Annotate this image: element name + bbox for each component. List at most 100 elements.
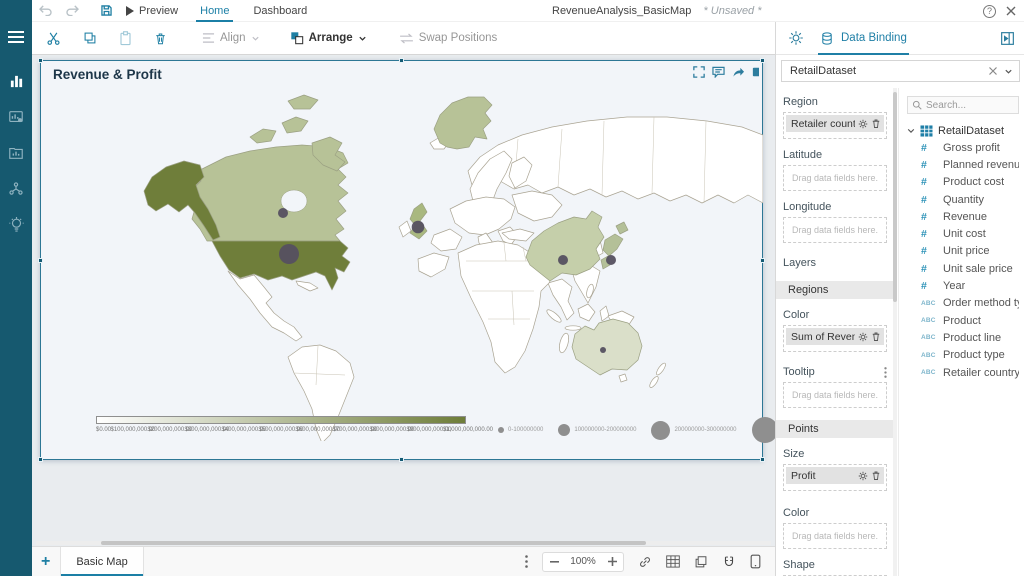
country-greenland[interactable] <box>433 96 493 150</box>
dataset-field[interactable]: ABC Product line <box>907 329 1019 346</box>
dataset-field[interactable]: # Planned revenue <box>907 156 1019 173</box>
documents-icon[interactable] <box>0 138 32 168</box>
size-dropzone[interactable]: Profit <box>783 464 887 491</box>
device-preview-icon[interactable] <box>750 554 761 569</box>
point-uk[interactable] <box>411 220 425 234</box>
country-iberia[interactable] <box>417 252 450 278</box>
country-new-zealand-south[interactable] <box>648 375 660 389</box>
tab-dashboard[interactable]: Dashboard <box>241 0 319 22</box>
resize-handle-se[interactable] <box>760 457 765 462</box>
dataset-field[interactable]: ABC Product type <box>907 347 1019 364</box>
point-china[interactable] <box>558 255 568 265</box>
resize-handle-ne[interactable] <box>760 58 765 63</box>
field-settings-icon[interactable] <box>858 332 868 342</box>
dataset-field[interactable]: # Quantity <box>907 191 1019 208</box>
zoom-out-button[interactable] <box>543 560 565 563</box>
align-menu[interactable]: Align <box>202 32 260 44</box>
collapse-panel-icon[interactable] <box>1000 31 1015 46</box>
preview-button[interactable]: Preview <box>126 5 178 17</box>
magnet-snap-icon[interactable] <box>722 555 736 569</box>
country-sulawesi[interactable] <box>599 305 610 322</box>
canvas-horizontal-scrollbar[interactable] <box>36 541 771 545</box>
tooltip-dropzone[interactable]: Drag data fields here. <box>783 382 887 408</box>
swap-positions-button[interactable]: Swap Positions <box>399 32 497 44</box>
map-widget[interactable]: Revenue & Profit $0.00 $100,000,000.00 $… <box>38 58 844 462</box>
search-input[interactable] <box>926 99 1012 111</box>
insights-icon[interactable] <box>0 210 32 240</box>
size-field-chip[interactable]: Profit <box>786 467 884 484</box>
point-canada[interactable] <box>278 208 288 218</box>
clear-dataset-icon[interactable] <box>989 67 997 75</box>
region-dropzone[interactable]: Retailer country <box>783 112 887 139</box>
close-icon[interactable] <box>1006 6 1016 16</box>
save-icon[interactable] <box>100 4 113 17</box>
dataset-field[interactable]: # Unit sale price <box>907 260 1019 277</box>
dataset-selector[interactable]: RetailDataset <box>781 60 1020 82</box>
latitude-dropzone[interactable]: Drag data fields here. <box>783 165 887 191</box>
field-settings-icon[interactable] <box>858 471 868 481</box>
dataset-field[interactable]: ABC Retailer country <box>907 364 1019 381</box>
country-cuba[interactable] <box>295 280 319 292</box>
add-sheet-button[interactable]: + <box>32 553 60 571</box>
resize-handle-n[interactable] <box>399 58 404 63</box>
binding-scrollbar[interactable] <box>893 88 897 576</box>
country-france[interactable] <box>430 228 463 252</box>
country-new-zealand-north[interactable] <box>655 362 667 376</box>
country-arctic-island-1[interactable] <box>249 128 277 144</box>
dataset-dropdown-icon[interactable] <box>1004 67 1013 76</box>
cut-icon[interactable] <box>46 31 61 46</box>
dataset-field[interactable]: # Revenue <box>907 208 1019 225</box>
layers-icon[interactable] <box>694 555 708 569</box>
help-icon[interactable]: ? <box>983 4 996 18</box>
dashboards-icon[interactable] <box>0 66 32 96</box>
grid-icon[interactable] <box>666 555 680 568</box>
resize-handle-e[interactable] <box>760 258 765 263</box>
zoom-in-button[interactable] <box>601 557 623 566</box>
remove-field-icon[interactable] <box>871 331 881 342</box>
arrange-menu[interactable]: Arrange <box>290 31 367 45</box>
country-japan-honshu[interactable] <box>602 233 624 257</box>
design-canvas[interactable]: Revenue & Profit $0.00 $100,000,000.00 $… <box>32 55 844 546</box>
point-australia[interactable] <box>600 347 606 353</box>
maximize-icon[interactable] <box>693 66 705 78</box>
country-madagascar[interactable] <box>558 332 571 354</box>
reports-icon[interactable] <box>0 102 32 132</box>
dataset-field[interactable]: # Year <box>907 277 1019 294</box>
dataset-field[interactable]: ABC Product <box>907 312 1019 329</box>
country-japan-hokkaido[interactable] <box>615 221 629 235</box>
country-australia[interactable] <box>571 318 643 376</box>
country-sumatra[interactable] <box>545 308 563 324</box>
resize-handle-w[interactable] <box>38 258 43 263</box>
categories-icon[interactable] <box>0 174 32 204</box>
country-arctic-island-3[interactable] <box>287 94 319 110</box>
country-borneo[interactable] <box>577 303 596 322</box>
regions-color-dropzone[interactable]: Sum of Revenue <box>783 325 887 352</box>
paste-icon[interactable] <box>119 30 132 46</box>
dataset-field[interactable]: # Product cost <box>907 174 1019 191</box>
points-color-dropzone[interactable]: Drag data fields here. <box>783 523 887 549</box>
country-ireland[interactable] <box>398 220 412 238</box>
color-field-chip[interactable]: Sum of Revenue <box>786 328 884 345</box>
tab-home[interactable]: Home <box>188 0 241 22</box>
dataset-field[interactable]: # Unit price <box>907 243 1019 260</box>
more-options-icon[interactable] <box>752 66 759 78</box>
dataset-field[interactable]: ABC Order method ty... <box>907 295 1019 312</box>
redo-icon[interactable] <box>66 5 79 16</box>
jump-to-icon[interactable] <box>732 66 745 78</box>
dataset-field[interactable]: # Unit cost <box>907 225 1019 242</box>
resize-handle-nw[interactable] <box>38 58 43 63</box>
country-mexico[interactable] <box>227 270 303 342</box>
resize-handle-s[interactable] <box>399 457 404 462</box>
chevron-down-icon[interactable] <box>907 127 915 135</box>
point-usa[interactable] <box>279 244 299 264</box>
settings-gear-icon[interactable] <box>788 30 804 46</box>
tab-data-binding[interactable]: Data Binding <box>818 22 909 55</box>
country-russia[interactable] <box>467 116 763 204</box>
resize-handle-sw[interactable] <box>38 457 43 462</box>
link-icon[interactable] <box>638 555 652 569</box>
tooltip-menu-icon[interactable] <box>884 366 887 378</box>
country-tasmania[interactable] <box>618 373 628 383</box>
undo-icon[interactable] <box>39 5 52 16</box>
remove-field-icon[interactable] <box>871 118 881 129</box>
remove-field-icon[interactable] <box>871 470 881 481</box>
